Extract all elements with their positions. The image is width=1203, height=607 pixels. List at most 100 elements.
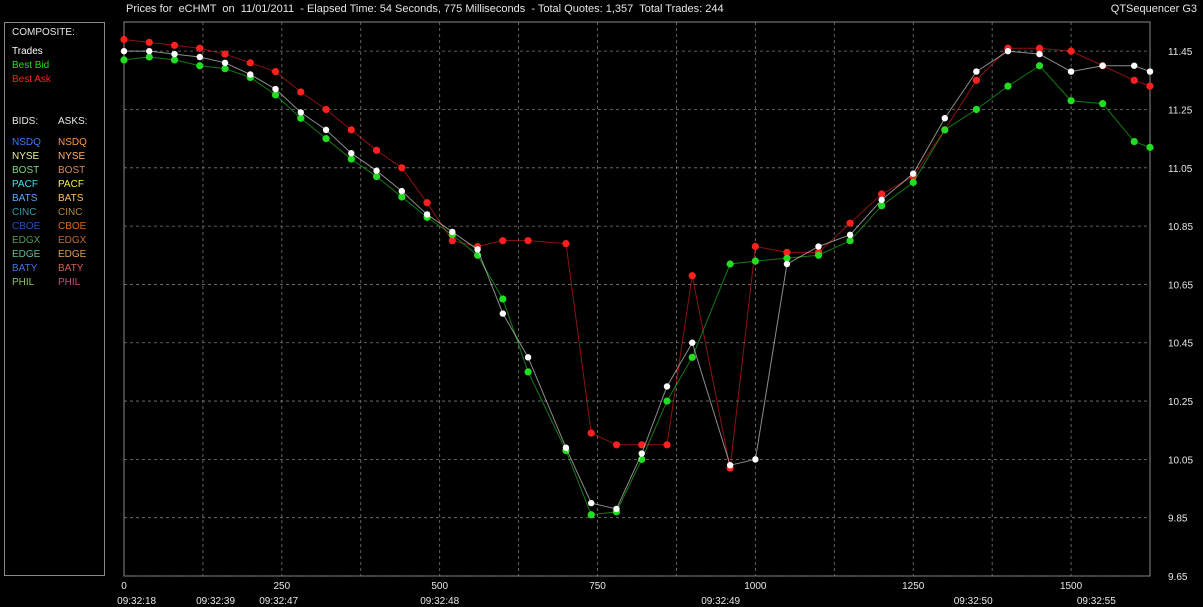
plot-frame (123, 21, 1151, 577)
y-tick-label: 11.25 (1168, 105, 1193, 116)
y-tick-label: 10.65 (1168, 280, 1193, 291)
point-best-bid (587, 511, 595, 519)
point-best-ask (221, 50, 229, 58)
point-best-ask (587, 429, 595, 437)
point-trades (752, 456, 759, 463)
y-tick-label: 10.45 (1168, 339, 1193, 350)
time-label: 09:32:39 (196, 596, 235, 607)
point-best-bid (1130, 137, 1138, 146)
point-trades (524, 354, 532, 361)
point-best-bid (1146, 143, 1154, 151)
point-best-bid (499, 295, 507, 303)
point-trades (1146, 68, 1154, 75)
point-best-ask (1067, 47, 1075, 55)
point-best-ask (846, 219, 854, 227)
point-best-bid (663, 397, 671, 405)
x-tick-label: 1000 (744, 581, 767, 592)
point-best-ask (246, 59, 254, 67)
y-tick-label: 11.45 (1168, 47, 1193, 58)
point-trades (449, 228, 456, 236)
point-best-bid (372, 172, 381, 181)
y-tick-label: 10.05 (1168, 455, 1193, 466)
point-trades (474, 246, 481, 253)
y-tick-label: 10.25 (1168, 397, 1193, 408)
point-trades (588, 499, 595, 507)
point-best-ask (688, 272, 696, 280)
point-best-bid (170, 56, 179, 64)
point-best-bid (814, 251, 823, 259)
x-tick-label: 1500 (1060, 581, 1083, 592)
point-trades (171, 50, 178, 58)
point-best-bid (688, 353, 696, 361)
point-best-bid (196, 62, 204, 70)
point-trades (638, 450, 645, 457)
x-tick-label: 500 (431, 581, 448, 592)
point-best-ask (372, 146, 381, 154)
point-best-bid (1099, 100, 1107, 108)
point-best-bid (1035, 62, 1044, 70)
point-best-bid (726, 260, 734, 268)
x-tick-label: 0 (121, 581, 127, 592)
point-best-bid (271, 91, 280, 99)
price-chart: 11.45 11.25 11.05 10.85 10.65 10.45 10.25 10.05… (117, 21, 1193, 607)
point-trades (272, 85, 279, 93)
point-best-bid (972, 105, 980, 114)
time-label: 09:32:55 (1077, 596, 1116, 607)
point-trades (297, 109, 304, 116)
point-best-bid (524, 368, 532, 376)
point-best-bid (1004, 82, 1012, 90)
point-trades (910, 170, 917, 177)
point-best-bid (347, 155, 355, 163)
point-trades (846, 231, 854, 239)
point-trades (562, 444, 570, 451)
point-trades (663, 383, 671, 390)
point-trades (1004, 47, 1012, 55)
point-trades (221, 59, 229, 67)
point-trades (878, 196, 885, 204)
point-trades (815, 243, 822, 250)
series-line-trades (124, 50, 1151, 510)
point-best-bid (145, 53, 153, 61)
point-best-ask (878, 190, 886, 198)
point-trades (146, 47, 153, 55)
point-best-ask (612, 441, 621, 449)
point-best-bid (1067, 97, 1075, 105)
point-best-ask (972, 76, 980, 84)
point-best-ask (423, 199, 431, 207)
point-trades (613, 505, 620, 513)
time-label: 09:32:48 (420, 596, 459, 607)
point-best-ask (196, 44, 204, 52)
point-trades (398, 187, 406, 195)
point-best-ask (398, 164, 406, 172)
point-trades (783, 260, 791, 268)
x-tick-label: 250 (274, 581, 291, 592)
x-tick-label: 750 (589, 581, 606, 592)
y-tick-label: 9.85 (1168, 514, 1188, 525)
point-best-ask (663, 441, 671, 449)
point-best-ask (170, 41, 179, 49)
point-best-ask (1146, 82, 1154, 90)
point-trades (322, 126, 330, 134)
point-trades (196, 53, 203, 61)
point-best-ask (347, 126, 355, 134)
point-trades (689, 339, 696, 346)
point-best-bid (751, 257, 759, 265)
y-tick-label: 9.65 (1168, 572, 1188, 583)
point-trades (1099, 62, 1106, 69)
point-trades (373, 167, 380, 174)
point-best-bid (297, 114, 305, 122)
point-trades (1067, 68, 1075, 75)
point-trades (423, 211, 431, 218)
point-best-bid (322, 135, 330, 143)
point-best-ask (297, 88, 305, 96)
point-best-ask (1035, 44, 1044, 52)
point-trades (348, 150, 355, 157)
point-trades (973, 68, 980, 75)
point-trades (941, 115, 948, 122)
point-best-bid (846, 237, 854, 245)
point-best-ask (322, 105, 330, 114)
point-best-ask (145, 38, 153, 47)
y-tick-label: 10.85 (1168, 222, 1193, 233)
point-trades (120, 47, 128, 55)
time-label: 09:32:18 (117, 596, 156, 607)
